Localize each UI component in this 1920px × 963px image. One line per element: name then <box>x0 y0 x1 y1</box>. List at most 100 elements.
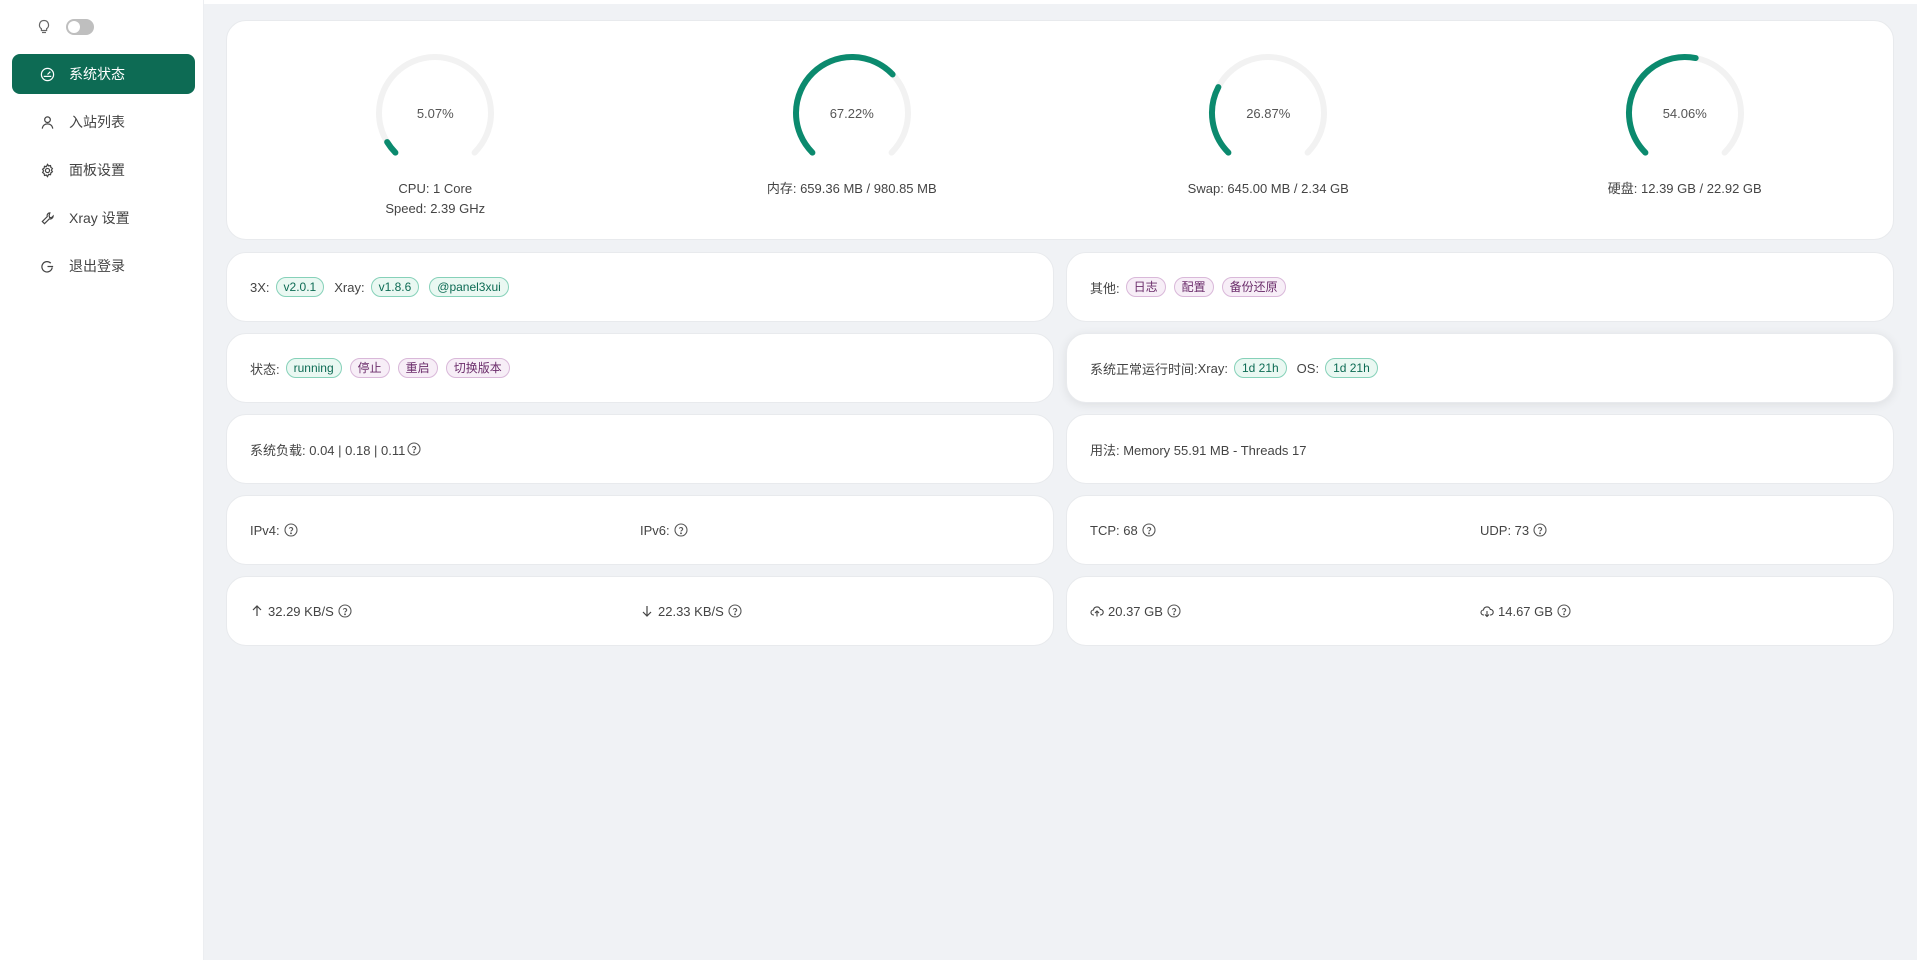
tcp-count: TCP: 68 <box>1090 522 1138 538</box>
ipv4-cell: IPv4: <box>250 523 640 538</box>
logout-icon <box>41 260 54 273</box>
cpu-speed-label: Speed: 2.39 GHz <box>385 201 486 216</box>
dashboard-icon <box>40 67 55 81</box>
uptime-label: 系统正常运行时间: <box>1090 361 1198 377</box>
version-card: 3X: v2.0.1 Xray: v1.8.6 @panel3xui <box>226 252 1054 322</box>
theme-switcher <box>4 0 203 54</box>
status-label: 状态: <box>250 361 280 377</box>
logs-button[interactable]: 日志 <box>1125 277 1166 297</box>
version-3x-label: 3X: <box>250 279 270 295</box>
usage-text: 用法: Memory 55.91 MB - Threads 17 <box>1090 442 1307 458</box>
status-badge: running <box>285 358 342 378</box>
ipv6-label: IPv6: <box>640 522 670 538</box>
sent-traffic-cell: 20.37 GB <box>1090 604 1480 619</box>
sidebar-item-label: 系统状态 <box>69 66 125 82</box>
ip-card: IPv4: IPv6: <box>226 495 1054 565</box>
gauge-percent: 54.06% <box>1662 105 1707 121</box>
gauge-percent: 26.87% <box>1246 105 1291 121</box>
swap-label: Swap: 645.00 MB / 2.34 GB <box>1187 181 1349 196</box>
udp-cell: UDP: 73 <box>1480 523 1870 538</box>
download-speed: 22.33 KB/S <box>658 603 724 619</box>
memory-gauge: 67.22% 内存: 659.36 MB / 980.85 MB <box>644 21 1061 239</box>
sidebar-item-xray-settings[interactable]: Xray 设置 <box>12 198 195 238</box>
question-circle-icon[interactable] <box>338 604 352 618</box>
question-circle-icon[interactable] <box>407 442 421 456</box>
uptime-os-label: OS: <box>1296 360 1320 376</box>
gauge: 54.06% <box>1623 51 1747 175</box>
sent-traffic: 20.37 GB <box>1108 603 1163 619</box>
received-traffic: 14.67 GB <box>1498 603 1553 619</box>
connections-card: TCP: 68 UDP: 73 <box>1066 495 1894 565</box>
restart-button[interactable]: 重启 <box>397 358 438 378</box>
usage-card: 用法: Memory 55.91 MB - Threads 17 <box>1066 414 1894 484</box>
other-card: 其他: 日志 配置 备份还原 <box>1066 252 1894 322</box>
udp-count: UDP: 73 <box>1480 522 1530 538</box>
gauge-percent: 5.07% <box>416 105 454 121</box>
speed-card: 32.29 KB/S 22.33 KB/S <box>226 576 1054 646</box>
cpu-gauge: 5.07% CPU: 1 Core Speed: 2.39 GHz <box>227 21 644 239</box>
sidebar-item-logout[interactable]: 退出登录 <box>12 246 195 286</box>
disk-label: 硬盘: 12.39 GB / 22.92 GB <box>1607 181 1762 196</box>
sidebar-item-label: 退出登录 <box>69 258 125 274</box>
uptime-os-tag: 1d 21h <box>1325 358 1378 378</box>
sidebar-item-system-status[interactable]: 系统状态 <box>12 54 195 94</box>
sidebar: 系统状态 入站列表 面板设置 Xray 设置 退出登录 <box>4 0 204 960</box>
traffic-card: 20.37 GB 14.67 GB <box>1066 576 1894 646</box>
disk-gauge: 54.06% 硬盘: 12.39 GB / 22.92 GB <box>1477 21 1894 239</box>
xray-status-card: 状态: running 停止 重启 切换版本 <box>226 333 1054 403</box>
question-circle-icon[interactable] <box>284 523 298 537</box>
memory-label: 内存: 659.36 MB / 980.85 MB <box>766 181 937 196</box>
gauge: 26.87% <box>1206 51 1330 175</box>
backup-restore-button[interactable]: 备份还原 <box>1221 277 1286 297</box>
upload-speed-cell: 32.29 KB/S <box>250 604 640 619</box>
sidebar-item-label: 入站列表 <box>69 114 125 130</box>
download-speed-cell: 22.33 KB/S <box>640 604 1030 619</box>
swap-gauge: 26.87% Swap: 645.00 MB / 2.34 GB <box>1060 21 1477 239</box>
arrow-down-icon <box>642 606 652 617</box>
switch-version-button[interactable]: 切换版本 <box>445 358 510 378</box>
version-xray-tag: v1.8.6 <box>370 277 420 297</box>
cloud-upload-icon <box>1090 606 1104 617</box>
system-load-text: 系统负载: 0.04 | 0.18 | 0.11 <box>250 442 406 458</box>
stop-button[interactable]: 停止 <box>349 358 390 378</box>
config-button[interactable]: 配置 <box>1173 277 1214 297</box>
ipv6-cell: IPv6: <box>640 523 1030 538</box>
cloud-download-icon <box>1480 606 1494 618</box>
sidebar-item-panel-settings[interactable]: 面板设置 <box>12 150 195 190</box>
question-circle-icon[interactable] <box>1142 523 1156 537</box>
question-circle-icon[interactable] <box>1533 523 1547 537</box>
question-circle-icon[interactable] <box>728 604 742 618</box>
upload-speed: 32.29 KB/S <box>268 603 334 619</box>
lightbulb-icon <box>38 19 50 34</box>
tool-icon <box>41 211 54 225</box>
uptime-xray-label: Xray: <box>1197 360 1228 376</box>
gear-icon <box>41 162 54 178</box>
sidebar-menu: 系统状态 入站列表 面板设置 Xray 设置 退出登录 <box>4 54 203 286</box>
arrow-up-icon <box>252 605 262 616</box>
sidebar-item-label: Xray 设置 <box>69 210 130 226</box>
question-circle-icon[interactable] <box>1167 604 1181 618</box>
cpu-cores-label: CPU: 1 Core <box>398 181 473 196</box>
uptime-xray-tag: 1d 21h <box>1233 358 1287 378</box>
resource-gauges-card: 5.07% CPU: 1 Core Speed: 2.39 GHz 67.22%… <box>226 20 1894 240</box>
received-traffic-cell: 14.67 GB <box>1480 604 1870 619</box>
status-grid: 3X: v2.0.1 Xray: v1.8.6 @panel3xui 其他: 日… <box>226 252 1894 646</box>
main-content: 5.07% CPU: 1 Core Speed: 2.39 GHz 67.22%… <box>226 20 1894 646</box>
gauge-percent: 67.22% <box>829 105 874 121</box>
ipv4-label: IPv4: <box>250 522 280 538</box>
gauge: 67.22% <box>790 51 914 175</box>
version-3x-tag: v2.0.1 <box>275 277 325 297</box>
sidebar-item-label: 面板设置 <box>69 162 125 178</box>
telegram-link-tag[interactable]: @panel3xui <box>429 277 509 297</box>
other-label: 其他: <box>1090 280 1120 296</box>
version-xray-label: Xray: <box>334 279 365 295</box>
question-circle-icon[interactable] <box>1557 604 1571 618</box>
system-load-card: 系统负载: 0.04 | 0.18 | 0.11 <box>226 414 1054 484</box>
tcp-cell: TCP: 68 <box>1090 523 1480 538</box>
theme-toggle[interactable] <box>66 19 94 35</box>
question-circle-icon[interactable] <box>674 523 688 537</box>
uptime-card: 系统正常运行时间: Xray: 1d 21h OS: 1d 21h <box>1066 333 1894 403</box>
sidebar-item-inbounds[interactable]: 入站列表 <box>12 102 195 142</box>
user-icon <box>41 115 54 129</box>
gauge: 5.07% <box>373 51 497 175</box>
